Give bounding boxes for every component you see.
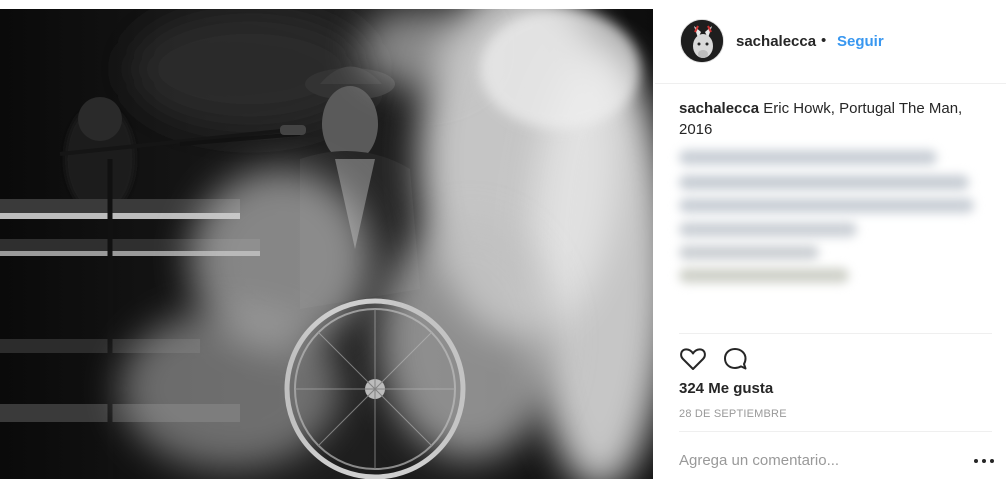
avatar-image [681,20,723,62]
avatar[interactable] [680,19,724,63]
post-photo[interactable] [0,9,653,479]
blurred-comment-line [679,150,937,165]
header-username[interactable]: sachalecca [736,33,816,50]
heart-outline-icon[interactable] [679,345,707,373]
comment-input[interactable] [679,448,959,472]
divider [679,333,992,334]
post-header: sachalecca • Seguir [655,0,1006,84]
blurred-comment-line [679,268,849,283]
more-options-icon[interactable] [973,448,995,472]
blurred-comment-line [679,198,974,213]
concert-photo-image [0,9,653,479]
header-separator: • [821,32,827,49]
blurred-comment-line [679,222,857,237]
blurred-comment-line [679,175,969,190]
speech-bubble-icon[interactable] [721,345,749,373]
post-date[interactable]: 28 DE SEPTIEMBRE [679,408,787,420]
post-caption: sachalecca Eric Howk, Portugal The Man, … [679,98,979,140]
follow-button[interactable]: Seguir [837,33,884,50]
caption-username[interactable]: sachalecca [679,100,759,117]
divider [679,431,992,432]
post-sidebar: sachalecca • Seguir sachalecca Eric Howk… [655,0,1006,490]
blurred-comment-line [679,245,819,260]
likes-count[interactable]: 324 Me gusta [679,380,773,397]
